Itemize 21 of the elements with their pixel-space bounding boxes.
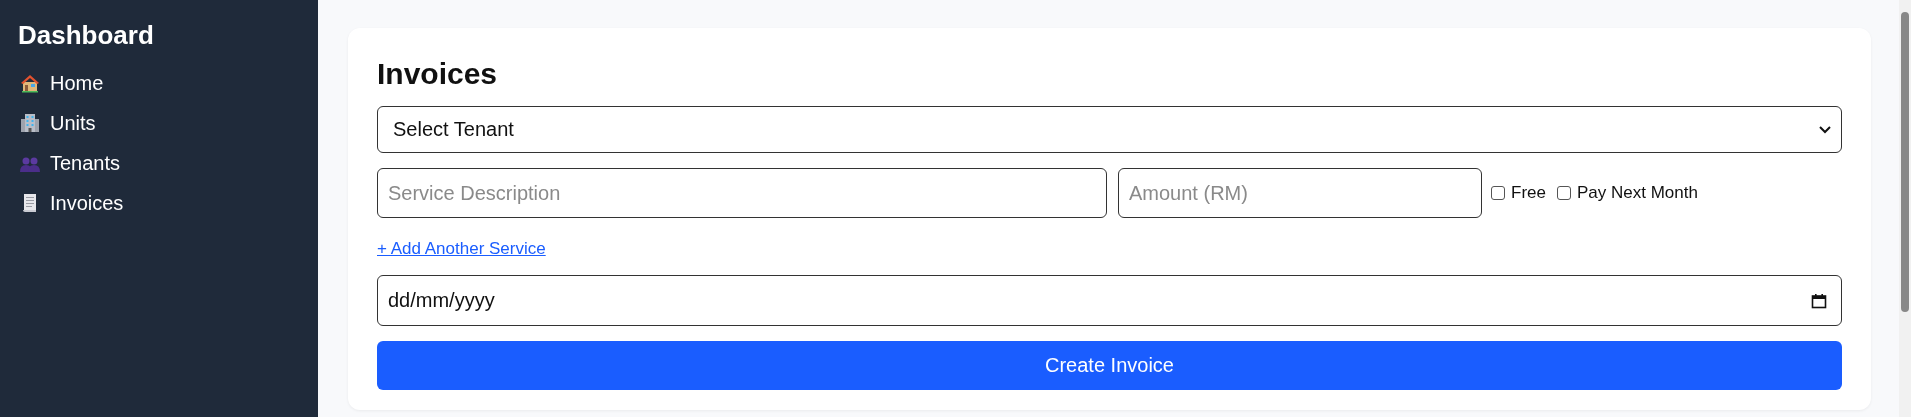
service-description-field[interactable]: Service Description <box>377 168 1107 218</box>
sidebar-link[interactable]: Tenants <box>18 150 123 176</box>
checkbox[interactable] <box>1556 186 1571 200</box>
sidebar-link[interactable]: Invoices <box>18 190 126 216</box>
checkbox-label: Free <box>1511 183 1546 203</box>
sidebar-link[interactable]: Units <box>18 110 98 136</box>
sidebar-link[interactable]: Home <box>18 70 106 96</box>
calendar-icon <box>1811 292 1827 309</box>
office-building-icon <box>20 113 40 133</box>
add-service-link[interactable]: + Add Another Service <box>377 239 546 258</box>
page-title: Invoices <box>377 56 499 92</box>
create-invoice-button[interactable]: Create Invoice <box>377 341 1842 390</box>
amount-field[interactable]: Amount (RM) <box>1118 168 1482 218</box>
checkbox[interactable] <box>1491 186 1505 200</box>
date-field[interactable]: dd/mm/yyyy <box>377 275 1842 326</box>
sidebar-title: Dashboard <box>18 20 155 50</box>
tenant-select[interactable]: Select Tenant <box>377 106 1842 153</box>
house-icon <box>20 73 40 93</box>
caret-icon <box>1819 125 1831 134</box>
checkbox-label: Pay Next Month <box>1576 183 1698 203</box>
scrollbar[interactable] <box>1899 0 1911 417</box>
